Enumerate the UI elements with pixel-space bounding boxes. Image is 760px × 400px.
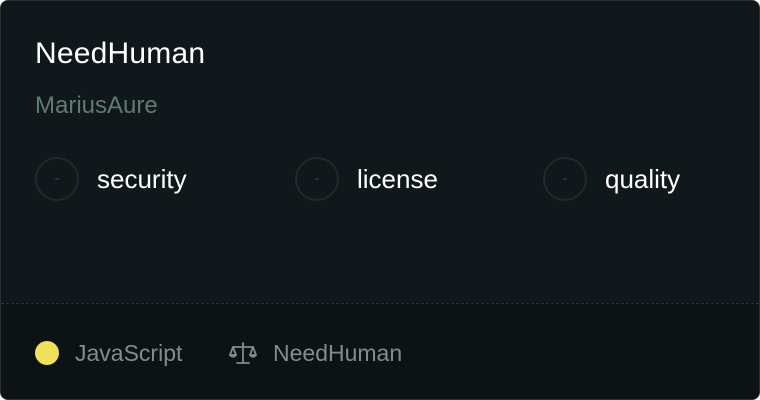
language-name: JavaScript [75, 340, 183, 366]
card-footer: JavaScript NeedHuman [1, 303, 759, 399]
license-name: NeedHuman [273, 340, 403, 366]
license-label: license [357, 164, 438, 194]
metric-license: - license [295, 155, 438, 203]
language-color-dot [35, 341, 59, 365]
security-label: security [97, 164, 187, 194]
license-score-badge: - [295, 157, 339, 201]
quality-label: quality [605, 164, 681, 194]
metric-quality: - quality [543, 155, 680, 203]
repo-name[interactable]: NeedHuman [35, 36, 205, 72]
metric-security: - security [35, 155, 187, 203]
quality-score-badge: - [543, 157, 587, 201]
scale-icon [229, 342, 257, 364]
repo-card: NeedHuman MariusAure - security - licens… [0, 0, 760, 400]
repo-owner[interactable]: MariusAure [35, 91, 158, 121]
security-score-badge: - [35, 157, 79, 201]
